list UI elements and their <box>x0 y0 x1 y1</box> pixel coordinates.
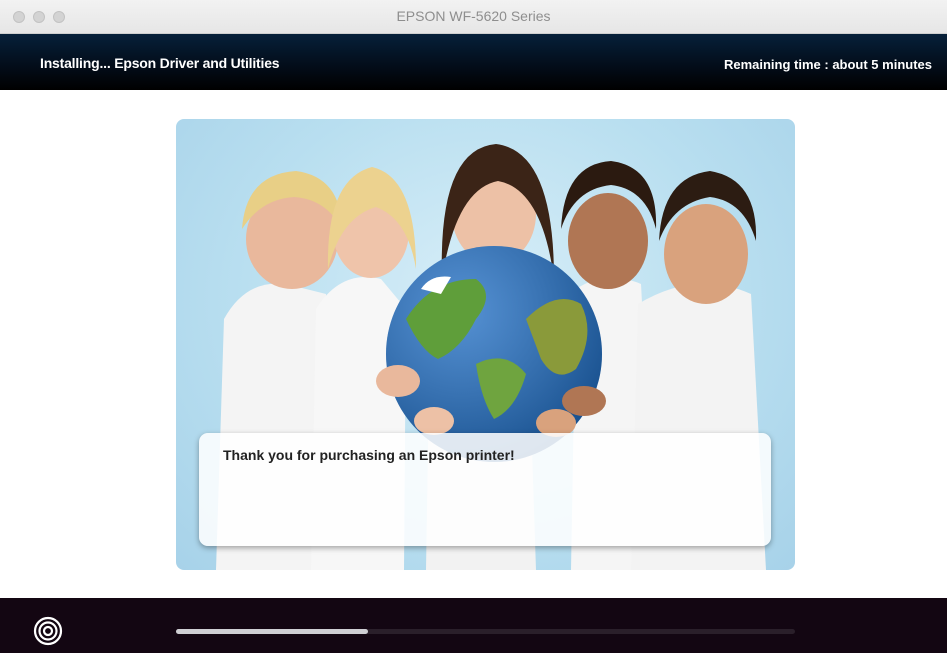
window-title: EPSON WF-5620 Series <box>396 8 551 24</box>
installer-window: EPSON WF-5620 Series Installing... Epson… <box>0 0 947 653</box>
install-status: Installing... Epson Driver and Utilities <box>40 55 280 71</box>
install-header: Installing... Epson Driver and Utilities… <box>0 34 947 90</box>
remaining-time: Remaining time : about 5 minutes <box>723 57 932 72</box>
message-panel: Thank you for purchasing an Epson printe… <box>199 433 771 546</box>
content-area: Thank you for purchasing an Epson printe… <box>0 90 947 598</box>
install-progress-bar <box>176 629 795 634</box>
hero-image: Thank you for purchasing an Epson printe… <box>176 119 795 570</box>
epson-spiral-icon <box>33 616 63 646</box>
thank-you-message: Thank you for purchasing an Epson printe… <box>223 447 515 463</box>
title-bar: EPSON WF-5620 Series <box>0 0 947 34</box>
footer-bar <box>0 598 947 653</box>
install-progress-fill <box>176 629 368 634</box>
